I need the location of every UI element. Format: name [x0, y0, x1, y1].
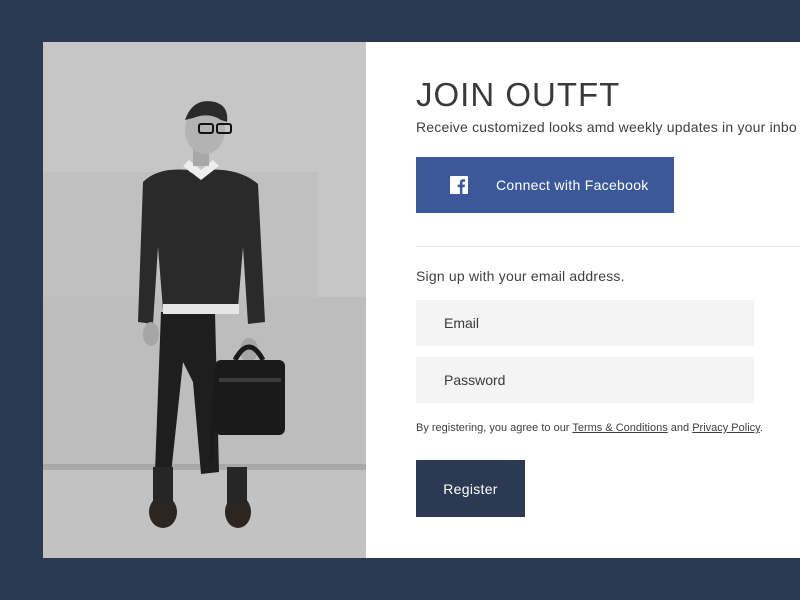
legal-notice: By registering, you agree to our Terms &…	[416, 422, 763, 434]
email-signup-prompt: Sign up with your email address.	[416, 268, 625, 284]
password-field[interactable]	[416, 357, 754, 403]
photo-illustration	[43, 42, 366, 558]
signup-card: JOIN OUTFT Receive customized looks amd …	[43, 42, 800, 558]
section-divider	[416, 246, 800, 247]
page-subtitle: Receive customized looks amd weekly upda…	[416, 119, 797, 135]
facebook-icon	[450, 176, 468, 194]
legal-middle: and	[667, 422, 693, 434]
legal-prefix: By registering, you agree to our	[416, 422, 573, 434]
privacy-policy-link[interactable]: Privacy Policy	[692, 422, 760, 434]
connect-facebook-button[interactable]: Connect with Facebook	[416, 157, 674, 213]
terms-conditions-link[interactable]: Terms & Conditions	[572, 422, 667, 434]
register-button[interactable]: Register	[416, 460, 525, 517]
person-with-bag-photo	[43, 42, 366, 558]
legal-suffix: .	[759, 422, 763, 434]
connect-facebook-label: Connect with Facebook	[496, 177, 649, 193]
email-field[interactable]	[416, 300, 754, 346]
page-title: JOIN OUTFT	[416, 76, 621, 113]
signup-form: JOIN OUTFT Receive customized looks amd …	[416, 42, 800, 558]
